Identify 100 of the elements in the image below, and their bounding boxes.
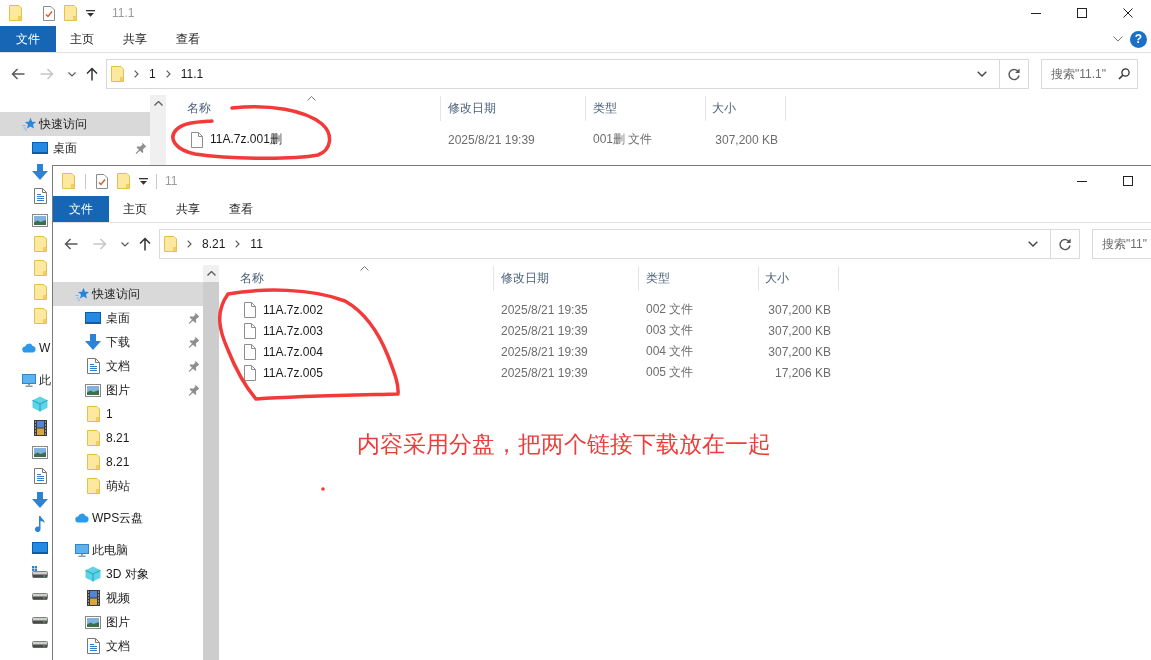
minimize-icon[interactable] [1077, 180, 1087, 182]
type-cell-text: 003 文件 [645, 322, 695, 339]
breadcrumb[interactable]: 8.21 [202, 237, 226, 251]
up-arrow-icon[interactable] [139, 237, 151, 251]
ribbon-tab[interactable]: 共享 [162, 196, 215, 222]
help-button[interactable]: ? [1130, 30, 1147, 48]
drive-icon[interactable] [32, 640, 48, 648]
file-row[interactable]: 11A.7z.005 2025/8/21 19:39 005 文件 17,206 KB [219, 362, 839, 383]
nav-item[interactable]: 桌面 [0, 136, 150, 160]
ribbon-tab[interactable]: 查看 [215, 196, 268, 222]
caret-up-icon[interactable] [153, 101, 163, 106]
nav-item[interactable]: 图片 [53, 378, 203, 402]
document-icon[interactable] [33, 468, 47, 484]
chevron-down-icon[interactable] [68, 71, 76, 77]
nav-item[interactable]: 此 [0, 368, 51, 392]
file-row[interactable]: 11A.7z.004 2025/8/21 19:39 004 文件 307,200 KB [219, 341, 839, 362]
file-name: 11A.7z.004 [263, 344, 323, 359]
nav-item[interactable]: 快速访问 [53, 282, 203, 306]
chevron-right-icon [134, 70, 139, 78]
folder-icon [86, 478, 100, 494]
file-row[interactable]: 11A.7z.003 2025/8/21 19:39 003 文件 307,200 KB [219, 320, 839, 341]
column-header[interactable]: 大小 [706, 96, 786, 121]
nav-item[interactable]: 3D 对象 [53, 562, 149, 586]
file-row[interactable]: 11A.7z.002 2025/8/21 19:35 002 文件 307,200 KB [219, 299, 839, 320]
nav-item[interactable]: 文档 [53, 354, 203, 378]
checklist-icon[interactable] [96, 173, 108, 189]
nav-item[interactable]: W [0, 336, 51, 360]
file-menu-button[interactable]: 文件 [0, 26, 56, 52]
nav-item[interactable]: 下载 [53, 330, 203, 354]
file-name: 11A.7z.003 [263, 323, 323, 338]
chevron-down-icon[interactable] [977, 71, 987, 77]
folder-icon [164, 236, 177, 252]
column-header[interactable]: 修改日期 [494, 266, 639, 291]
chevron-down-icon[interactable] [1113, 36, 1123, 42]
ribbon-tab[interactable]: 共享 [109, 26, 162, 52]
cube-icon[interactable] [32, 396, 48, 412]
down-arrow-icon[interactable] [32, 164, 48, 180]
column-header[interactable]: 名称 [166, 96, 441, 121]
nav-item[interactable]: WPS云盘 [53, 506, 144, 530]
nav-item[interactable]: 视频 [53, 586, 130, 610]
ribbon-tab[interactable]: 主页 [109, 196, 162, 222]
close-icon[interactable] [1123, 8, 1133, 18]
checklist-icon[interactable] [43, 5, 55, 21]
dropdown-caret-icon[interactable] [86, 9, 95, 17]
type-cell-text: 002 文件 [645, 301, 695, 318]
size-cell-text: 307,200 KB [767, 323, 832, 338]
date-cell-text: 2025/8/21 19:39 [447, 132, 536, 147]
up-arrow-icon[interactable] [86, 67, 98, 81]
nav-item[interactable]: 此电脑 [53, 538, 128, 562]
breadcrumb[interactable]: 11.1 [180, 67, 204, 81]
column-header[interactable]: 名称 [219, 266, 494, 291]
chevron-down-icon[interactable] [121, 241, 129, 247]
folder-icon [86, 406, 100, 422]
type-cell-text: 001删 文件 [592, 131, 654, 148]
back-arrow-icon[interactable] [64, 238, 78, 250]
system-drive-icon[interactable] [32, 566, 48, 578]
nav-item[interactable]: 1 [53, 402, 113, 426]
address-bar[interactable]: 1 11.1 [106, 59, 1000, 89]
nav-item[interactable]: 萌站 [53, 474, 130, 498]
refresh-button[interactable] [1000, 59, 1029, 89]
chevron-down-icon[interactable] [1028, 241, 1038, 247]
breadcrumb[interactable]: 1 [149, 67, 156, 81]
scrollbar[interactable] [150, 95, 166, 165]
maximize-icon[interactable] [1077, 8, 1087, 18]
drive-icon[interactable] [32, 592, 48, 600]
nav-item[interactable]: 图片 [53, 610, 130, 634]
film-icon[interactable] [33, 420, 47, 436]
file-row[interactable]: 11A.7z.001删 2025/8/21 19:39 001删 文件 307,200 KB [166, 129, 786, 150]
caret-up-icon[interactable] [206, 271, 216, 276]
drive-icon[interactable] [32, 616, 48, 624]
maximize-icon[interactable] [1123, 176, 1133, 186]
ribbon-tab[interactable]: 查看 [162, 26, 215, 52]
document-icon[interactable] [33, 188, 47, 204]
cube-icon [85, 566, 101, 582]
nav-item[interactable]: 文档 [53, 634, 130, 658]
folder-icon [86, 430, 100, 446]
address-bar[interactable]: 8.21 11 [159, 229, 1051, 259]
picture-icon[interactable] [32, 445, 48, 459]
back-arrow-icon[interactable] [11, 68, 25, 80]
refresh-button[interactable] [1051, 229, 1080, 259]
nav-item[interactable]: 快速访问 [0, 112, 150, 136]
file-menu-button[interactable]: 文件 [53, 196, 109, 222]
nav-item[interactable]: 8.21 [53, 426, 130, 450]
column-header[interactable]: 修改日期 [441, 96, 586, 121]
picture-icon[interactable] [32, 213, 48, 227]
dropdown-caret-icon[interactable] [139, 177, 148, 185]
search-field[interactable]: 搜索"11.1" [1041, 59, 1138, 89]
nav-item[interactable]: 桌面 [53, 306, 203, 330]
down-arrow-icon[interactable] [32, 492, 48, 508]
minimize-icon[interactable] [1031, 12, 1041, 14]
column-header[interactable]: 类型 [586, 96, 706, 121]
nav-item[interactable]: 8.21 [53, 450, 130, 474]
breadcrumb[interactable]: 11 [250, 237, 263, 251]
ribbon-tab[interactable]: 主页 [56, 26, 109, 52]
column-header[interactable]: 大小 [759, 266, 839, 291]
column-header[interactable]: 类型 [639, 266, 759, 291]
music-note-icon[interactable] [35, 516, 45, 532]
search-icon[interactable] [1118, 68, 1130, 80]
chevron-right-icon [235, 240, 241, 248]
search-field[interactable]: 搜索"11" [1092, 229, 1151, 259]
